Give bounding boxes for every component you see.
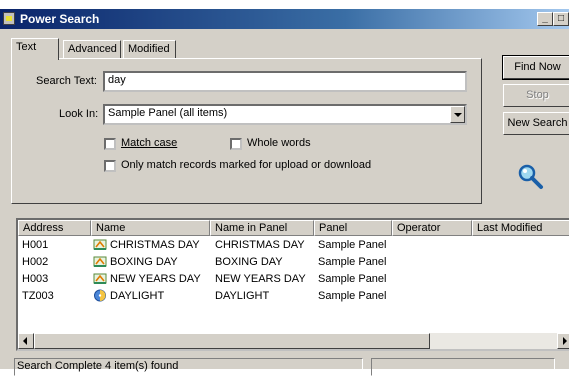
tab-modified-label: Modified bbox=[128, 43, 170, 55]
match-case-checkbox[interactable] bbox=[104, 138, 116, 150]
dropdown-arrow-icon[interactable] bbox=[450, 106, 465, 123]
tab-text[interactable]: Text bbox=[11, 38, 59, 60]
cell-name-in-panel: NEW YEARS DAY bbox=[215, 273, 306, 285]
cell-address: H002 bbox=[22, 256, 49, 268]
new-search-button[interactable]: New Search bbox=[503, 112, 569, 135]
cell-name: NEW YEARS DAY bbox=[110, 273, 201, 285]
cell-panel: Sample Panel bbox=[318, 290, 387, 302]
whole-words-label[interactable]: Whole words bbox=[247, 137, 311, 149]
only-match-checkbox[interactable] bbox=[104, 160, 116, 172]
stop-button[interactable]: Stop bbox=[503, 84, 569, 107]
look-in-label: Look In: bbox=[59, 108, 99, 120]
scroll-thumb[interactable] bbox=[34, 333, 430, 349]
app-icon bbox=[3, 12, 15, 25]
minimize-button[interactable]: _ bbox=[537, 12, 553, 26]
holiday-icon bbox=[93, 239, 107, 250]
daylight-icon bbox=[94, 289, 106, 302]
match-case-label[interactable]: Match case bbox=[121, 137, 177, 149]
cell-panel: Sample Panel bbox=[318, 273, 387, 285]
stop-label: Stop bbox=[526, 89, 549, 101]
scroll-right-button[interactable] bbox=[557, 333, 569, 349]
status-text: Search Complete 4 item(s) found bbox=[14, 358, 363, 376]
column-header-name[interactable]: Name bbox=[91, 220, 210, 236]
whole-words-checkbox[interactable] bbox=[230, 138, 242, 150]
maximize-button[interactable]: □ bbox=[553, 12, 569, 26]
look-in-select[interactable]: Sample Panel (all items) bbox=[103, 104, 467, 125]
scroll-left-button[interactable] bbox=[18, 333, 34, 349]
tab-modified[interactable]: Modified bbox=[123, 40, 176, 59]
column-header-operator[interactable]: Operator bbox=[392, 220, 472, 236]
cell-name: CHRISTMAS DAY bbox=[110, 239, 200, 251]
find-now-button[interactable]: Find Now bbox=[502, 55, 569, 80]
cell-name: BOXING DAY bbox=[110, 256, 178, 268]
column-header-address[interactable]: Address bbox=[18, 220, 91, 236]
cell-address: TZ003 bbox=[22, 290, 54, 302]
holiday-icon bbox=[93, 273, 107, 284]
search-text-value: day bbox=[108, 74, 126, 86]
cell-name-in-panel: DAYLIGHT bbox=[215, 290, 270, 302]
cell-panel: Sample Panel bbox=[318, 256, 387, 268]
column-header-last-modified[interactable]: Last Modified bbox=[472, 220, 569, 236]
tab-text-label: Text bbox=[16, 41, 37, 53]
horizontal-scrollbar[interactable] bbox=[18, 333, 569, 349]
arrow-right-icon bbox=[563, 337, 567, 345]
cell-name-in-panel: CHRISTMAS DAY bbox=[215, 239, 305, 251]
search-magnifier-icon bbox=[518, 164, 543, 189]
cell-name: DAYLIGHT bbox=[110, 290, 165, 302]
tab-advanced-label: Advanced bbox=[68, 43, 117, 55]
cell-panel: Sample Panel bbox=[318, 239, 387, 251]
only-match-label[interactable]: Only match records marked for upload or … bbox=[121, 159, 371, 171]
look-in-value: Sample Panel (all items) bbox=[108, 107, 228, 119]
find-now-label: Find Now bbox=[514, 61, 561, 73]
tab-advanced[interactable]: Advanced bbox=[63, 40, 121, 59]
search-text-input[interactable]: day bbox=[103, 71, 467, 92]
column-header-name-in-panel[interactable]: Name in Panel bbox=[210, 220, 314, 236]
cell-address: H003 bbox=[22, 273, 49, 285]
status-panel-secondary bbox=[371, 358, 555, 376]
results-list[interactable]: Address Name Name in Panel Panel Operato… bbox=[16, 218, 569, 351]
cell-address: H001 bbox=[22, 239, 49, 251]
column-header-panel[interactable]: Panel bbox=[314, 220, 392, 236]
window-title: Power Search bbox=[20, 12, 100, 26]
power-search-window: Power Search _ □ Text Advanced Modified … bbox=[0, 9, 569, 376]
arrow-left-icon bbox=[23, 337, 27, 345]
new-search-label: New Search bbox=[507, 117, 568, 129]
cell-name-in-panel: BOXING DAY bbox=[215, 256, 283, 268]
title-bar[interactable]: Power Search _ □ bbox=[0, 9, 569, 29]
holiday-icon bbox=[93, 256, 107, 267]
search-text-label: Search Text: bbox=[36, 75, 97, 87]
